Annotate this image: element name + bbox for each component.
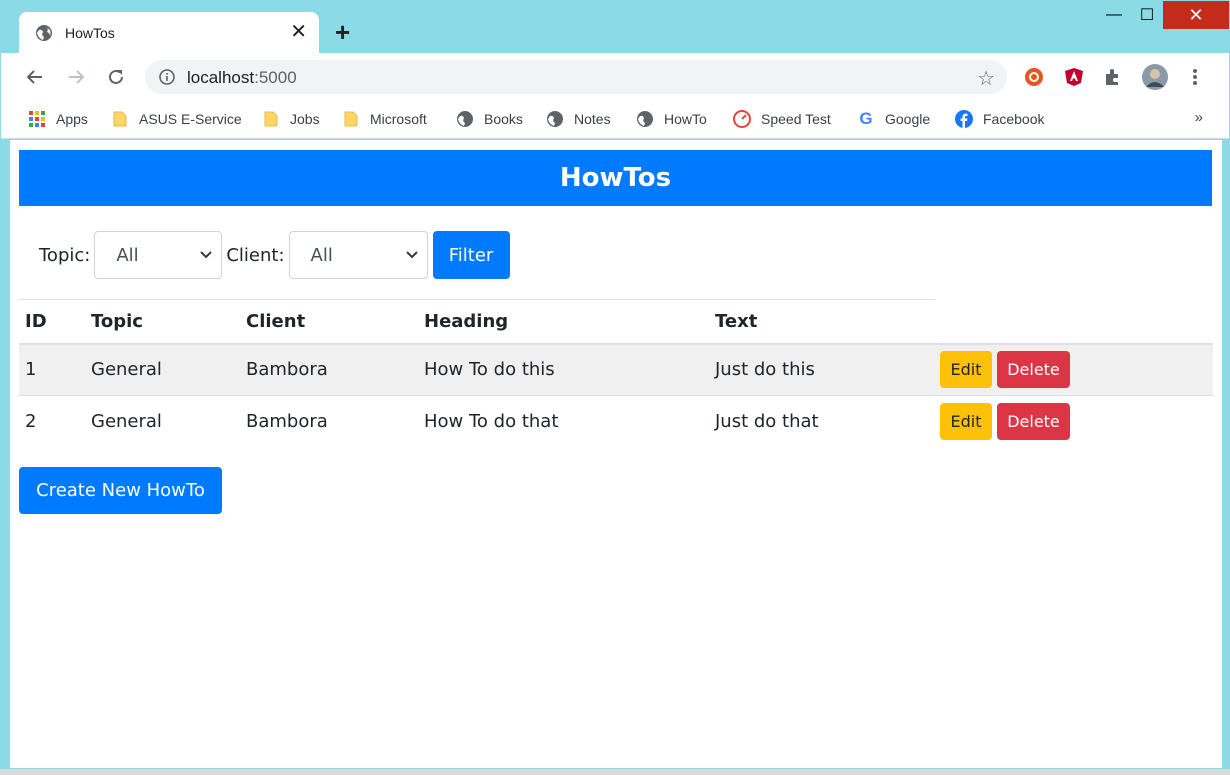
bookmark-label: Google	[885, 111, 931, 127]
info-icon[interactable]	[159, 69, 175, 85]
tab-close-icon[interactable]: ✕	[290, 22, 307, 42]
bookmark-notes[interactable]: Notes	[546, 108, 611, 130]
topic-select[interactable]: All	[94, 231, 223, 279]
edit-button[interactable]: Edit	[940, 403, 992, 441]
browser-window: HowTos ✕ + — ☐ ✕ localhost:5000 ☆ Apps A…	[1, 1, 1229, 770]
tab-title: HowTos	[65, 25, 115, 41]
globe-icon	[36, 25, 52, 41]
url-port: :5000	[254, 68, 297, 87]
bookmark-label: Books	[484, 111, 523, 127]
cell-id: 2	[19, 395, 85, 448]
bookmark-asus[interactable]: ASUS E-Service	[111, 108, 242, 130]
taskbar-strip	[0, 769, 1230, 775]
create-new-howto-button[interactable]: Create New HowTo	[19, 467, 222, 514]
extension-angular-icon[interactable]	[1062, 65, 1086, 89]
bookmark-label: Speed Test	[761, 111, 831, 127]
more-bookmarks-button[interactable]: »	[1195, 109, 1203, 126]
back-icon[interactable]	[23, 65, 47, 89]
bookmark-label: HowTo	[664, 111, 707, 127]
bookmark-label: Facebook	[983, 111, 1045, 127]
folder-icon	[111, 110, 129, 128]
cell-topic: General	[85, 395, 240, 448]
client-select[interactable]: All	[288, 231, 428, 279]
maximize-button[interactable]: ☐	[1131, 1, 1163, 29]
filter-bar: Topic: All Client: All Filter	[39, 231, 510, 279]
extensions-puzzle-icon[interactable]	[1101, 65, 1125, 89]
facebook-icon	[955, 110, 973, 128]
bookmark-google[interactable]: G Google	[857, 108, 930, 130]
column-header-id: ID	[19, 299, 85, 345]
new-tab-button[interactable]: +	[335, 19, 350, 45]
cell-actions: Edit Delete	[935, 395, 1213, 448]
browser-toolbar: localhost:5000 ☆	[1, 53, 1229, 101]
cell-text: Just do that	[709, 395, 935, 448]
bookmark-star-icon[interactable]: ☆	[977, 66, 995, 91]
bookmarks-bar: Apps ASUS E-Service Jobs Microsoft Books…	[1, 101, 1229, 139]
column-header-heading: Heading	[418, 299, 709, 345]
google-icon: G	[859, 109, 873, 128]
bookmark-microsoft[interactable]: Microsoft	[342, 108, 427, 130]
bookmark-facebook[interactable]: Facebook	[955, 108, 1044, 130]
reload-icon[interactable]	[104, 65, 128, 89]
column-header-topic: Topic	[85, 299, 240, 345]
close-window-button[interactable]: ✕	[1163, 1, 1229, 29]
extension-ubuntu-icon[interactable]	[1022, 65, 1046, 89]
forward-icon[interactable]	[64, 65, 88, 89]
bookmark-label: Microsoft	[370, 111, 427, 127]
tab-strip: HowTos ✕ + — ☐ ✕	[1, 1, 1229, 54]
folder-icon	[262, 110, 280, 128]
column-header-client: Client	[240, 299, 418, 345]
cell-id: 1	[19, 343, 85, 396]
bookmark-label: Notes	[574, 111, 611, 127]
cell-client: Bambora	[240, 343, 418, 396]
chevron-down-icon	[200, 251, 213, 259]
profile-avatar[interactable]	[1141, 63, 1169, 91]
edit-button[interactable]: Edit	[940, 351, 992, 389]
cell-actions: Edit Delete	[935, 343, 1213, 396]
column-header-text: Text	[709, 299, 935, 345]
delete-button[interactable]: Delete	[997, 403, 1070, 441]
bookmark-label: ASUS E-Service	[139, 111, 242, 127]
howtos-table: ID Topic Client Heading Text 1 General B…	[19, 299, 1213, 448]
bookmark-jobs[interactable]: Jobs	[262, 108, 320, 130]
url-text[interactable]: localhost:5000	[187, 68, 297, 88]
url-host: localhost	[187, 68, 255, 87]
column-header-actions	[935, 299, 1213, 345]
cell-topic: General	[85, 343, 240, 396]
globe-icon	[546, 110, 564, 128]
folder-icon	[342, 110, 360, 128]
cell-heading: How To do that	[418, 395, 709, 448]
filter-button[interactable]: Filter	[432, 231, 510, 279]
globe-icon	[456, 110, 474, 128]
client-label: Client:	[226, 244, 285, 266]
bookmark-speed-test[interactable]: Speed Test	[733, 108, 831, 130]
cell-text: Just do this	[709, 343, 935, 396]
bookmark-howto[interactable]: HowTo	[636, 108, 707, 130]
bookmark-label: Apps	[56, 111, 88, 127]
minimize-button[interactable]: —	[1099, 1, 1129, 29]
page-viewport: HowTos Topic: All Client: All Filter ID	[10, 140, 1222, 768]
menu-kebab-icon[interactable]	[1183, 65, 1207, 89]
page-banner: HowTos	[19, 150, 1212, 206]
chevron-down-icon	[405, 251, 418, 259]
cell-client: Bambora	[240, 395, 418, 448]
table-header-row: ID Topic Client Heading Text	[19, 299, 1213, 345]
apps-grid-icon	[28, 110, 46, 128]
bookmark-label: Jobs	[290, 111, 320, 127]
tab-howtos[interactable]: HowTos ✕	[19, 12, 319, 54]
table-row: 2 General Bambora How To do that Just do…	[19, 395, 1213, 448]
address-bar[interactable]: localhost:5000 ☆	[145, 60, 1007, 94]
client-select-value: All	[310, 244, 333, 266]
delete-button[interactable]: Delete	[997, 351, 1070, 389]
globe-icon	[636, 110, 654, 128]
bookmark-apps[interactable]: Apps	[28, 108, 88, 130]
topic-select-value: All	[116, 244, 139, 266]
table-row: 1 General Bambora How To do this Just do…	[19, 343, 1213, 396]
bookmark-books[interactable]: Books	[456, 108, 523, 130]
topic-label: Topic:	[39, 244, 91, 266]
page-content: HowTos Topic: All Client: All Filter ID	[19, 150, 1213, 514]
speedometer-icon	[733, 110, 751, 128]
cell-heading: How To do this	[418, 343, 709, 396]
